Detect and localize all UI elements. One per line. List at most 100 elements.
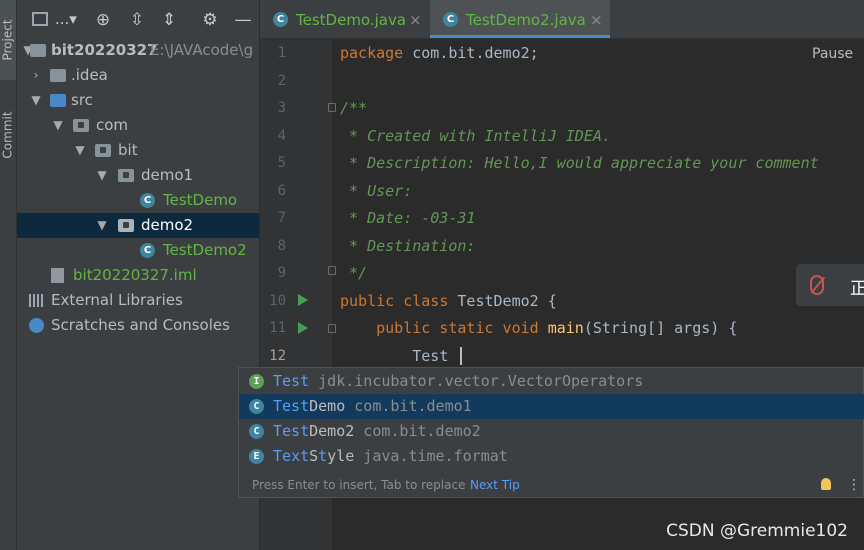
tree-item-testdemo2[interactable]: C TestDemo2 xyxy=(17,238,259,263)
tree-item-label: bit xyxy=(118,141,138,159)
code-line-3: /** xyxy=(340,99,368,117)
tree-item-label: .idea xyxy=(71,66,108,84)
view-selector-dropdown[interactable]: ...▾ xyxy=(55,10,77,28)
tree-root[interactable]: ▼ bit20220327 E:\JAVAcode\g xyxy=(17,38,259,63)
completion-item[interactable]: E TextStyle java.time.format xyxy=(239,444,864,469)
tab-label: TestDemo2.java xyxy=(466,11,586,29)
line-number: 3 xyxy=(277,100,286,116)
gear-icon[interactable]: ⚙ xyxy=(200,10,220,30)
iml-file-icon xyxy=(51,268,64,283)
code-text: (String[] args) { xyxy=(583,319,738,337)
chevron-right-icon[interactable]: › xyxy=(29,63,43,88)
tree-item-label: External Libraries xyxy=(51,291,183,309)
close-icon[interactable]: × xyxy=(590,0,603,40)
tree-item-iml[interactable]: bit20220327.iml xyxy=(17,263,259,288)
tab-testdemo2[interactable]: C TestDemo2.java × xyxy=(430,0,610,38)
locate-icon[interactable]: ⊕ xyxy=(93,10,113,30)
code-text: TestDemo2 { xyxy=(448,291,557,310)
completion-name: S xyxy=(309,447,319,465)
completion-detail: jdk.incubator.vector.VectorOperators xyxy=(309,372,644,390)
code-text: com.bit.demo2; xyxy=(403,44,539,62)
code-line-10: public class TestDemo2 { xyxy=(340,288,557,316)
completion-footer: Press Enter to insert, Tab to replace Ne… xyxy=(239,473,863,497)
fold-icon[interactable] xyxy=(328,103,336,112)
chevron-down-icon[interactable]: ▼ xyxy=(29,88,43,113)
completion-name: yle xyxy=(327,447,355,465)
tree-item-external-libraries[interactable]: External Libraries xyxy=(17,288,259,313)
tree-item-label: demo1 xyxy=(141,166,194,184)
more-icon[interactable]: ⋮ xyxy=(847,473,861,497)
project-tool-tab-label: Project xyxy=(1,19,15,61)
minimize-icon[interactable]: — xyxy=(233,10,253,30)
commit-tool-tab[interactable]: Commit xyxy=(0,100,16,170)
tree-item-label: src xyxy=(71,91,93,109)
runnable-class-icon: C xyxy=(140,243,155,258)
expand-all-icon[interactable]: ⇳ xyxy=(127,10,147,30)
code-line-5: * Description: Hello,I would appreciate … xyxy=(340,154,819,172)
tree-item-testdemo[interactable]: C TestDemo xyxy=(17,188,259,213)
root-name: bit20220327 xyxy=(51,41,158,59)
next-tip-link[interactable]: Next Tip xyxy=(470,473,520,497)
module-folder-icon xyxy=(30,44,46,57)
completion-match: Test xyxy=(273,397,310,415)
completion-detail: java.time.format xyxy=(354,447,508,465)
pause-label[interactable]: Pause xyxy=(808,44,858,64)
line-number: 7 xyxy=(277,210,286,226)
line-number: 4 xyxy=(277,127,286,144)
code-line-4: * Created with IntelliJ IDEA. xyxy=(340,126,611,145)
root-path: E:\JAVAcode\g xyxy=(150,41,254,59)
voice-input-widget[interactable]: 正 xyxy=(796,264,864,306)
tab-testdemo[interactable]: C TestDemo.java × xyxy=(260,0,428,38)
project-panel: ...▾ ⊕ ⇳ ⇕ ⚙ — ▼ bit20220327 E:\JAVAcode… xyxy=(17,0,259,550)
completion-match: Test xyxy=(273,372,310,390)
completion-item-selected[interactable]: C TestDemo com.bit.demo1 xyxy=(239,394,864,419)
tree-item-scratches[interactable]: Scratches and Consoles xyxy=(17,313,259,338)
class-icon: C xyxy=(140,193,155,208)
project-view-icon[interactable] xyxy=(32,12,48,26)
completion-match: t xyxy=(318,447,328,465)
project-tool-tab[interactable]: Project xyxy=(0,0,16,80)
fold-icon[interactable] xyxy=(328,266,336,275)
completion-item[interactable]: C TestDemo2 com.bit.demo2 xyxy=(239,419,864,444)
tree-item-label: demo2 xyxy=(141,216,194,234)
tree-item-bit[interactable]: ▼ bit xyxy=(17,138,259,163)
collapse-all-icon[interactable]: ⇕ xyxy=(159,10,179,30)
tree-item-src[interactable]: ▼ src xyxy=(17,88,259,113)
line-number: 9 xyxy=(277,265,286,281)
chevron-down-icon[interactable]: ▼ xyxy=(95,213,109,238)
run-icon[interactable] xyxy=(298,294,308,306)
line-number: 2 xyxy=(277,72,286,89)
tree-item-demo1[interactable]: ▼ demo1 xyxy=(17,163,259,188)
code-line-12: Test xyxy=(340,346,449,365)
keyword: public static void xyxy=(376,319,539,337)
completion-hint: Press Enter to insert, Tab to replace xyxy=(252,478,466,492)
line-number: 12 xyxy=(269,347,286,364)
completion-name: Demo2 xyxy=(309,422,355,440)
tree-item-idea[interactable]: › .idea xyxy=(17,63,259,88)
lightbulb-icon[interactable] xyxy=(821,478,831,490)
line-number: 8 xyxy=(277,237,286,254)
package-icon xyxy=(118,169,134,182)
tree-item-com[interactable]: ▼ com xyxy=(17,113,259,138)
chevron-down-icon[interactable]: ▼ xyxy=(51,113,65,138)
completion-item[interactable]: I Test jdk.incubator.vector.VectorOperat… xyxy=(239,369,864,394)
class-icon: C xyxy=(249,399,264,414)
run-icon[interactable] xyxy=(298,322,308,334)
tree-item-label: Scratches and Consoles xyxy=(51,316,230,334)
package-icon xyxy=(118,219,134,232)
commit-tool-tab-label: Commit xyxy=(1,111,16,159)
interface-icon: I xyxy=(249,374,264,389)
text-caret xyxy=(460,347,462,365)
tool-window-strip: Project Commit xyxy=(0,0,17,550)
fold-icon[interactable] xyxy=(328,324,336,333)
chevron-down-icon[interactable]: ▼ xyxy=(95,163,109,188)
chevron-down-icon[interactable]: ▼ xyxy=(73,138,87,163)
completion-match: xt xyxy=(291,447,310,465)
tree-item-label: bit20220327.iml xyxy=(73,266,197,284)
completion-popup: I Test jdk.incubator.vector.VectorOperat… xyxy=(238,367,864,498)
source-folder-icon xyxy=(50,94,66,107)
tree-item-label: com xyxy=(96,116,129,134)
close-icon[interactable]: × xyxy=(409,0,422,40)
tree-item-demo2[interactable]: ▼ demo2 xyxy=(17,213,259,238)
